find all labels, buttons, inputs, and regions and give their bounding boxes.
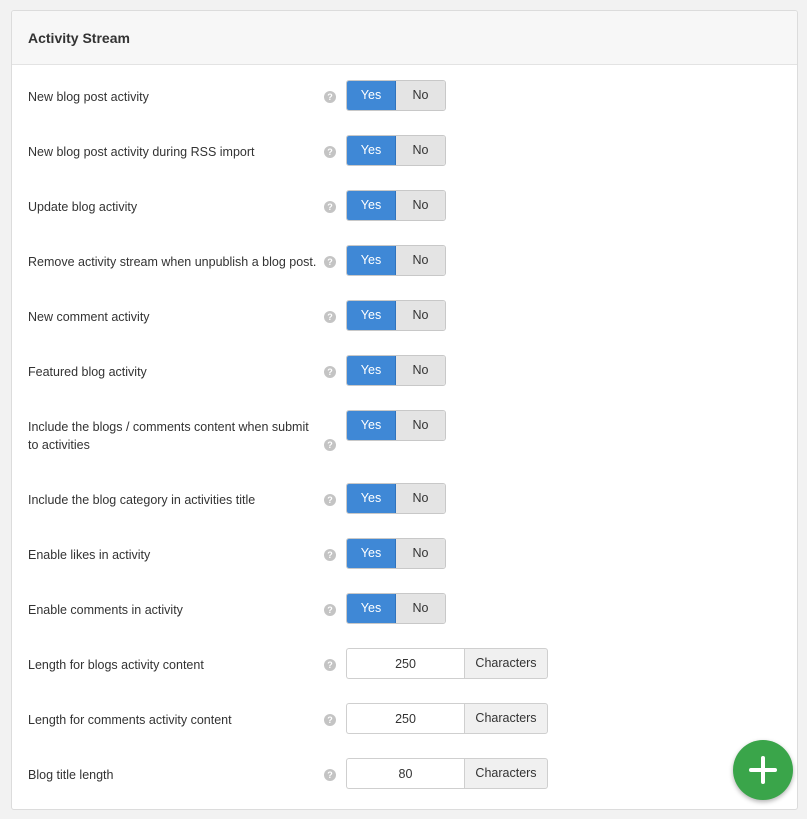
help-icon[interactable]: ? — [324, 714, 336, 726]
setting-row: New blog post activity during RSS import… — [12, 135, 797, 190]
yes-button[interactable]: Yes — [347, 484, 396, 513]
yes-no-toggle: Yes No — [346, 80, 446, 111]
setting-label: Blog title length — [28, 768, 114, 782]
help-icon[interactable]: ? — [324, 256, 336, 268]
setting-label: New blog post activity — [28, 90, 149, 104]
yes-no-toggle: Yes No — [346, 300, 446, 331]
setting-label: Include the blogs / comments content whe… — [28, 420, 309, 452]
no-button[interactable]: No — [396, 136, 445, 165]
setting-row: Length for comments activity content? Cha… — [12, 703, 797, 758]
help-icon[interactable]: ? — [324, 439, 336, 451]
no-button[interactable]: No — [396, 539, 445, 568]
yes-button[interactable]: Yes — [347, 136, 396, 165]
settings-list: New blog post activity? Yes No New blog pos… — [12, 65, 797, 809]
setting-row: Featured blog activity? Yes No — [12, 355, 797, 410]
yes-button[interactable]: Yes — [347, 301, 396, 330]
setting-label: New comment activity — [28, 310, 150, 324]
panel-header: Activity Stream — [12, 11, 797, 65]
setting-row: Length for blogs activity content? Charac… — [12, 648, 797, 703]
setting-row: New comment activity? Yes No — [12, 300, 797, 355]
yes-button[interactable]: Yes — [347, 81, 396, 110]
no-button[interactable]: No — [396, 411, 445, 440]
setting-label: Update blog activity — [28, 200, 138, 214]
activity-stream-panel: Activity Stream New blog post activity? Y… — [11, 10, 798, 810]
length-input[interactable] — [346, 648, 464, 679]
yes-no-toggle: Yes No — [346, 245, 446, 276]
yes-button[interactable]: Yes — [347, 594, 396, 623]
length-input[interactable] — [346, 703, 464, 734]
help-icon[interactable]: ? — [324, 201, 336, 213]
yes-no-toggle: Yes No — [346, 593, 446, 624]
characters-addon: Characters — [464, 758, 548, 789]
setting-row: Update blog activity? Yes No — [12, 190, 797, 245]
yes-no-toggle: Yes No — [346, 483, 446, 514]
no-button[interactable]: No — [396, 191, 445, 220]
setting-row: Remove activity stream when unpublish a … — [12, 245, 797, 300]
setting-row: New blog post activity? Yes No — [12, 80, 797, 135]
setting-label: Include the blog category in activities … — [28, 493, 256, 507]
no-button[interactable]: No — [396, 301, 445, 330]
setting-label: Length for blogs activity content — [28, 658, 204, 672]
help-icon[interactable]: ? — [324, 604, 336, 616]
help-icon[interactable]: ? — [324, 366, 336, 378]
length-input[interactable] — [346, 758, 464, 789]
yes-button[interactable]: Yes — [347, 539, 396, 568]
help-icon[interactable]: ? — [324, 549, 336, 561]
help-icon[interactable]: ? — [324, 146, 336, 158]
yes-no-toggle: Yes No — [346, 410, 446, 441]
help-icon[interactable]: ? — [324, 769, 336, 781]
setting-row: Include the blog category in activities … — [12, 483, 797, 538]
setting-row: Include the blogs / comments content whe… — [12, 410, 797, 483]
setting-row: Enable likes in activity? Yes No — [12, 538, 797, 593]
length-input-group: Characters — [346, 758, 548, 789]
yes-no-toggle: Yes No — [346, 135, 446, 166]
help-icon[interactable]: ? — [324, 494, 336, 506]
panel-title: Activity Stream — [28, 29, 130, 46]
characters-addon: Characters — [464, 703, 548, 734]
length-input-group: Characters — [346, 648, 548, 679]
setting-label: Length for comments activity content — [28, 713, 232, 727]
setting-label: New blog post activity during RSS import — [28, 145, 255, 159]
no-button[interactable]: No — [396, 246, 445, 275]
yes-button[interactable]: Yes — [347, 191, 396, 220]
yes-no-toggle: Yes No — [346, 355, 446, 386]
setting-label: Remove activity stream when unpublish a … — [28, 255, 317, 269]
setting-label: Featured blog activity — [28, 365, 147, 379]
characters-addon: Characters — [464, 648, 548, 679]
yes-button[interactable]: Yes — [347, 356, 396, 385]
setting-label: Enable comments in activity — [28, 603, 183, 617]
add-button[interactable] — [733, 740, 793, 800]
no-button[interactable]: No — [396, 81, 445, 110]
setting-row: Blog title length? Characters — [12, 758, 797, 809]
length-input-group: Characters — [346, 703, 548, 734]
help-icon[interactable]: ? — [324, 659, 336, 671]
help-icon[interactable]: ? — [324, 91, 336, 103]
yes-no-toggle: Yes No — [346, 190, 446, 221]
no-button[interactable]: No — [396, 594, 445, 623]
no-button[interactable]: No — [396, 356, 445, 385]
setting-row: Enable comments in activity? Yes No — [12, 593, 797, 648]
yes-button[interactable]: Yes — [347, 411, 396, 440]
yes-no-toggle: Yes No — [346, 538, 446, 569]
no-button[interactable]: No — [396, 484, 445, 513]
setting-label: Enable likes in activity — [28, 548, 151, 562]
yes-button[interactable]: Yes — [347, 246, 396, 275]
help-icon[interactable]: ? — [324, 311, 336, 323]
